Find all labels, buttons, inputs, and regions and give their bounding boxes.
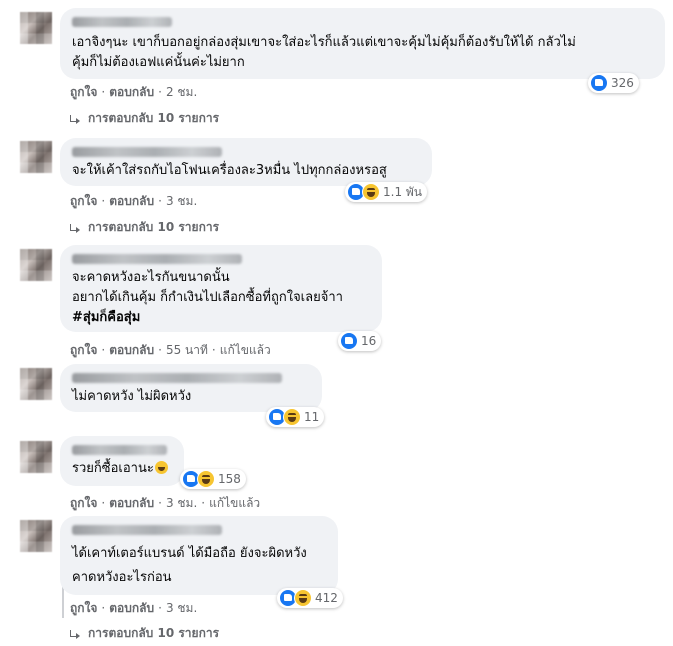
- comment-text: รวยก็ซื้อเอานะ: [72, 461, 154, 476]
- separator-dot: ·: [158, 601, 162, 615]
- like-reaction-icon: [340, 332, 358, 350]
- separator-dot: ·: [158, 194, 162, 208]
- avatar[interactable]: [20, 441, 52, 473]
- comment-text-line: คุ้มก็ไม่ต้องเอฟแค่นั้นค่ะไม่ยาก: [72, 55, 245, 70]
- reaction-summary[interactable]: 1.1 พัน: [345, 182, 428, 202]
- author-name-redacted[interactable]: [72, 254, 242, 264]
- author-name-redacted[interactable]: [72, 525, 222, 535]
- comment-text-line: ได้เคาท์เตอร์แบรนด์ ได้มือถือ ยังจะผิดหว…: [72, 546, 307, 561]
- like-reaction-icon: [590, 74, 608, 92]
- reply-button[interactable]: ตอบกลับ: [109, 192, 154, 211]
- timestamp[interactable]: 3 ชม.: [166, 192, 197, 211]
- view-replies-link[interactable]: การตอบกลับ 10 รายการ: [70, 624, 219, 643]
- reply-arrow-icon: [70, 629, 80, 639]
- like-button[interactable]: ถูกใจ: [70, 83, 97, 102]
- grinning-emoji-icon: [154, 461, 168, 474]
- like-button[interactable]: ถูกใจ: [70, 341, 97, 360]
- avatar[interactable]: [20, 141, 52, 173]
- reply-arrow-icon: [70, 114, 80, 124]
- timestamp[interactable]: 2 ชม.: [166, 83, 197, 102]
- comment-text-line: คาดหวังอะไรก่อน: [72, 570, 172, 585]
- replies-count-label: การตอบกลับ 10 รายการ: [88, 220, 220, 234]
- separator-dot: ·: [101, 496, 106, 510]
- reaction-count: 16: [361, 334, 377, 348]
- replies-count-label: การตอบกลับ 10 รายการ: [88, 111, 220, 125]
- comment-actions: ถูกใจ · ตอบกลับ · 3 ชม. · แก้ไขแล้ว: [70, 494, 260, 513]
- reply-button[interactable]: ตอบกลับ: [109, 341, 154, 360]
- like-button[interactable]: ถูกใจ: [70, 494, 97, 513]
- separator-dot: ·: [101, 601, 106, 615]
- reaction-count: 1.1 พัน: [383, 184, 423, 199]
- reaction-count: 158: [218, 472, 241, 486]
- reaction-count: 326: [611, 76, 634, 90]
- author-name-redacted[interactable]: [72, 373, 282, 383]
- reply-button[interactable]: ตอบกลับ: [109, 83, 154, 102]
- replies-count-label: การตอบกลับ 10 รายการ: [88, 626, 220, 640]
- reaction-count: 412: [315, 591, 338, 605]
- separator-dot: ·: [211, 343, 216, 357]
- edited-label[interactable]: แก้ไขแล้ว: [220, 341, 271, 360]
- comment-text-line: อยากได้เกินคุ้ม ก็กำเงินไปเลือกซื้อที่ถู…: [72, 290, 343, 305]
- reaction-summary[interactable]: 11: [266, 407, 325, 427]
- separator-dot: ·: [158, 85, 162, 99]
- comment-actions: ถูกใจ · ตอบกลับ · 3 ชม.: [70, 599, 197, 618]
- reaction-summary[interactable]: 326: [588, 73, 639, 93]
- reaction-count: 11: [304, 410, 320, 424]
- separator-dot: ·: [201, 496, 206, 510]
- author-name-redacted[interactable]: [72, 17, 172, 27]
- comment-actions: ถูกใจ · ตอบกลับ · 2 ชม.: [70, 83, 197, 102]
- haha-reaction-icon: [362, 183, 380, 201]
- avatar[interactable]: [20, 368, 52, 400]
- separator-dot: ·: [101, 85, 106, 99]
- view-replies-link[interactable]: การตอบกลับ 10 รายการ: [70, 109, 219, 128]
- reaction-summary[interactable]: 412: [277, 588, 343, 608]
- like-button[interactable]: ถูกใจ: [70, 599, 97, 618]
- avatar[interactable]: [20, 249, 52, 281]
- comment-bubble: จะคาดหวังอะไรกันขนาดนั้น อยากได้เกินคุ้ม…: [60, 245, 382, 332]
- avatar[interactable]: [20, 520, 52, 552]
- hashtag-link[interactable]: #สุ่มก็คือสุ่ม: [72, 308, 370, 328]
- separator-dot: ·: [158, 496, 162, 510]
- comment-actions: ถูกใจ · ตอบกลับ · 55 นาที · แก้ไขแล้ว: [70, 341, 271, 360]
- timestamp[interactable]: 3 ชม.: [166, 494, 197, 513]
- like-button[interactable]: ถูกใจ: [70, 192, 97, 211]
- comment-text-line: จะคาดหวังอะไรกันขนาดนั้น: [72, 270, 230, 285]
- comment-bubble: จะให้เค้าใส่รถกับไอโฟนเครื่องละ3หมื่น ไป…: [60, 138, 432, 186]
- comment-text-line: ไม่คาดหวัง ไม่ผิดหวัง: [72, 389, 192, 404]
- timestamp[interactable]: 55 นาที: [166, 341, 208, 360]
- reaction-summary[interactable]: 158: [180, 469, 246, 489]
- author-name-redacted[interactable]: [72, 445, 167, 455]
- comment-bubble: ไม่คาดหวัง ไม่ผิดหวัง: [60, 364, 322, 412]
- comment-bubble: ได้เคาท์เตอร์แบรนด์ ได้มือถือ ยังจะผิดหว…: [60, 516, 338, 595]
- author-name-redacted[interactable]: [72, 147, 222, 157]
- edited-label[interactable]: แก้ไขแล้ว: [209, 494, 260, 513]
- separator-dot: ·: [101, 343, 106, 357]
- reaction-summary[interactable]: 16: [338, 331, 382, 351]
- separator-dot: ·: [101, 194, 106, 208]
- comment-bubble: เอาจิงๆนะ เขาก็บอกอยู่กล่องสุ่มเขาจะใส่อ…: [60, 8, 665, 79]
- view-replies-link[interactable]: การตอบกลับ 10 รายการ: [70, 218, 219, 237]
- reply-button[interactable]: ตอบกลับ: [109, 494, 154, 513]
- haha-reaction-icon: [197, 470, 215, 488]
- reply-button[interactable]: ตอบกลับ: [109, 599, 154, 618]
- comment-text-line: เอาจิงๆนะ เขาก็บอกอยู่กล่องสุ่มเขาจะใส่อ…: [72, 35, 576, 50]
- timestamp[interactable]: 3 ชม.: [166, 599, 197, 618]
- comment-text-line: จะให้เค้าใส่รถกับไอโฟนเครื่องละ3หมื่น ไป…: [72, 163, 387, 178]
- avatar[interactable]: [20, 12, 52, 44]
- haha-reaction-icon: [283, 408, 301, 426]
- haha-reaction-icon: [294, 589, 312, 607]
- reply-arrow-icon: [70, 223, 80, 233]
- comment-bubble: รวยก็ซื้อเอานะ: [60, 436, 184, 486]
- comment-text-line: รวยก็ซื้อเอานะ: [72, 459, 172, 479]
- comment-actions: ถูกใจ · ตอบกลับ · 3 ชม.: [70, 192, 197, 211]
- separator-dot: ·: [158, 343, 162, 357]
